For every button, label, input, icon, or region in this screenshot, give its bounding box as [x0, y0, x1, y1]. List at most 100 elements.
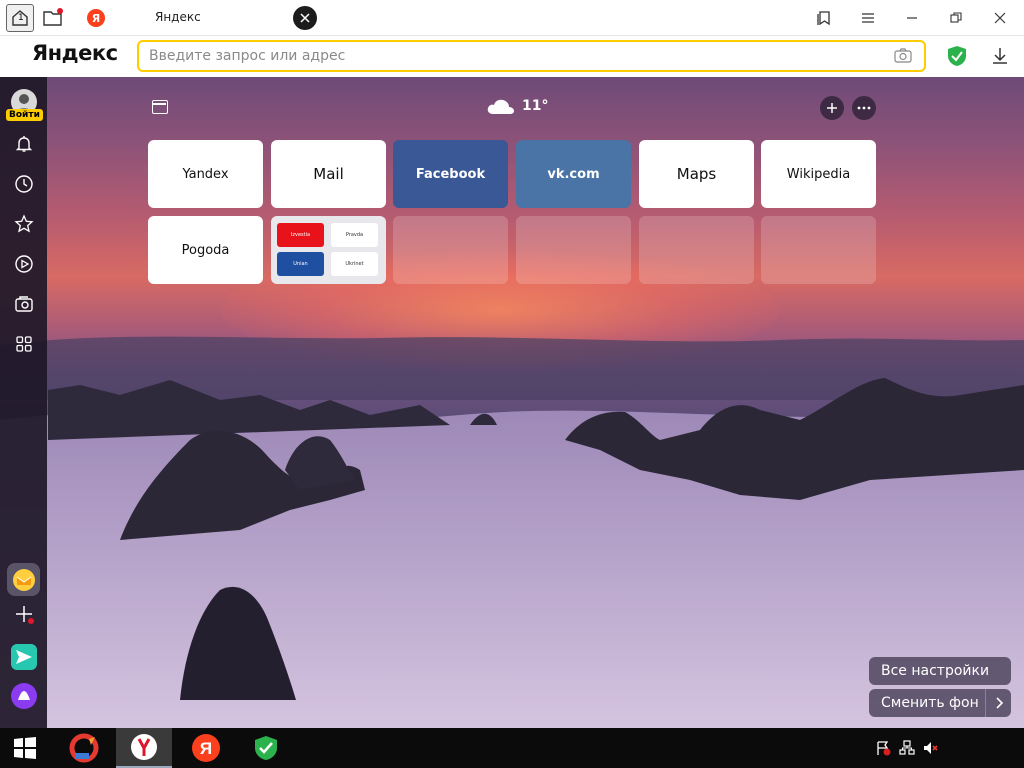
- sidebar: Войти: [0, 77, 47, 728]
- tile-label: Mail: [313, 165, 344, 183]
- omnibox[interactable]: [137, 40, 926, 72]
- tile-wikipedia[interactable]: Wikipedia: [761, 140, 876, 208]
- mini-tile: Ukrinet: [331, 252, 378, 276]
- download-icon[interactable]: [990, 46, 1010, 66]
- new-tab-group-button[interactable]: [40, 4, 66, 32]
- close-icon: [300, 13, 310, 23]
- minimize-button[interactable]: [900, 4, 924, 32]
- restore-button[interactable]: [944, 4, 968, 32]
- mini-tile: Pravda: [331, 223, 378, 247]
- play-icon: [15, 255, 33, 273]
- tile-label: Facebook: [415, 166, 486, 182]
- sidebar-item-video[interactable]: [11, 251, 37, 277]
- ccleaner-icon: [69, 733, 99, 763]
- close-window-button[interactable]: [988, 4, 1012, 32]
- network-icon[interactable]: [899, 740, 915, 756]
- volume-muted-icon[interactable]: [922, 740, 938, 756]
- close-icon: [994, 12, 1006, 24]
- camera-icon: [15, 296, 33, 312]
- taskbar-yandex[interactable]: Я: [180, 728, 232, 768]
- clock-icon: [15, 175, 33, 193]
- cloud-icon: [487, 99, 514, 114]
- taskbar-yandex-browser[interactable]: [116, 728, 172, 768]
- taskbar: Я: [0, 728, 1024, 768]
- sidebar-item-bookmarks[interactable]: [11, 211, 37, 237]
- sidebar-alice-assistant[interactable]: [7, 679, 40, 712]
- tile-facebook[interactable]: Facebook: [393, 140, 508, 208]
- tile-label: Wikipedia: [786, 166, 851, 182]
- restore-icon: [950, 12, 962, 23]
- shield-icon: [255, 736, 277, 760]
- tile-yandex[interactable]: Yandex: [148, 140, 263, 208]
- ellipsis-icon: [857, 106, 871, 110]
- sidebar-mail-app[interactable]: [7, 563, 40, 596]
- sidebar-item-history[interactable]: [11, 171, 37, 197]
- all-settings-label: Все настройки: [881, 663, 990, 679]
- tile-label: vk.com: [547, 166, 600, 182]
- windows-logo-icon: [14, 737, 36, 759]
- bookmarks-icon: [817, 11, 830, 26]
- taskbar-protect[interactable]: [240, 728, 292, 768]
- tile-folder-news[interactable]: Izvestia Pravda Unian Ukrinet: [271, 216, 386, 284]
- tile-label: Maps: [676, 165, 717, 183]
- alice-icon: [10, 682, 37, 709]
- bookmarks-panel-button[interactable]: [812, 4, 836, 32]
- speed-dial-grid: Yandex Mail Facebook vk.com Maps Wikiped…: [148, 140, 878, 286]
- menu-button[interactable]: [856, 4, 880, 32]
- login-badge[interactable]: Войти: [6, 109, 43, 121]
- more-options-button[interactable]: [852, 96, 876, 120]
- tile-label: Pogoda: [181, 242, 230, 258]
- temperature: 11°: [522, 98, 549, 114]
- taskbar-ccleaner[interactable]: [58, 728, 110, 768]
- protect-shield-icon[interactable]: [946, 45, 968, 67]
- sidebar-messenger-app[interactable]: [7, 640, 40, 673]
- all-settings-button[interactable]: Все настройки: [869, 657, 1011, 685]
- sidebar-item-notifications[interactable]: [11, 131, 37, 157]
- flag-alert-icon[interactable]: [875, 740, 891, 756]
- tile-mail[interactable]: Mail: [271, 140, 386, 208]
- close-tab-button[interactable]: [293, 6, 317, 30]
- yandex-tab-favicon: Я: [87, 9, 105, 27]
- yandex-logo[interactable]: Яндекс: [32, 41, 118, 65]
- mini-tile: Izvestia: [277, 223, 324, 247]
- tabs-overview-button[interactable]: 1: [6, 4, 34, 32]
- mini-tile-label: Unian: [293, 261, 308, 267]
- camera-search-icon[interactable]: [894, 48, 912, 64]
- weather-widget[interactable]: 11°: [486, 96, 548, 116]
- toolbar: Яндекс: [0, 36, 1024, 77]
- plus-icon: [827, 103, 837, 113]
- bell-icon: [15, 136, 33, 152]
- next-background-button[interactable]: [985, 689, 1011, 717]
- tile-empty[interactable]: [639, 216, 754, 284]
- chevron-right-icon: [995, 697, 1003, 709]
- tile-maps[interactable]: Maps: [639, 140, 754, 208]
- mail-envelope-icon: [12, 568, 35, 591]
- tabs-panel-icon[interactable]: [152, 100, 168, 114]
- mini-tile-label: Izvestia: [290, 232, 311, 238]
- sidebar-item-screenshot[interactable]: [11, 291, 37, 317]
- search-input[interactable]: [149, 46, 869, 66]
- grid-icon: [16, 336, 32, 352]
- sidebar-add-app-button[interactable]: [7, 597, 40, 630]
- sidebar-item-apps[interactable]: [11, 331, 37, 357]
- start-button[interactable]: [0, 728, 50, 768]
- folder-icon: [43, 8, 63, 26]
- tile-empty[interactable]: [761, 216, 876, 284]
- mini-tile-label: Ukrinet: [345, 261, 364, 267]
- yandex-browser-icon: [131, 734, 157, 760]
- tile-empty[interactable]: [393, 216, 508, 284]
- minimize-icon: [907, 17, 917, 19]
- tile-vk[interactable]: vk.com: [516, 140, 631, 208]
- mini-tile: Unian: [277, 252, 324, 276]
- tile-pogoda[interactable]: Pogoda: [148, 216, 263, 284]
- add-tile-button[interactable]: [820, 96, 844, 120]
- tab-title[interactable]: Яндекс: [155, 10, 201, 24]
- hamburger-icon: [862, 13, 874, 23]
- mini-tile-label: Pravda: [345, 232, 364, 238]
- favicon-letter: Я: [91, 11, 101, 25]
- tile-empty[interactable]: [516, 216, 631, 284]
- change-background-button[interactable]: Сменить фон: [869, 689, 1011, 717]
- tab-counter: 1: [18, 13, 24, 23]
- tile-label: Yandex: [182, 166, 229, 182]
- plus-icon: [15, 605, 34, 624]
